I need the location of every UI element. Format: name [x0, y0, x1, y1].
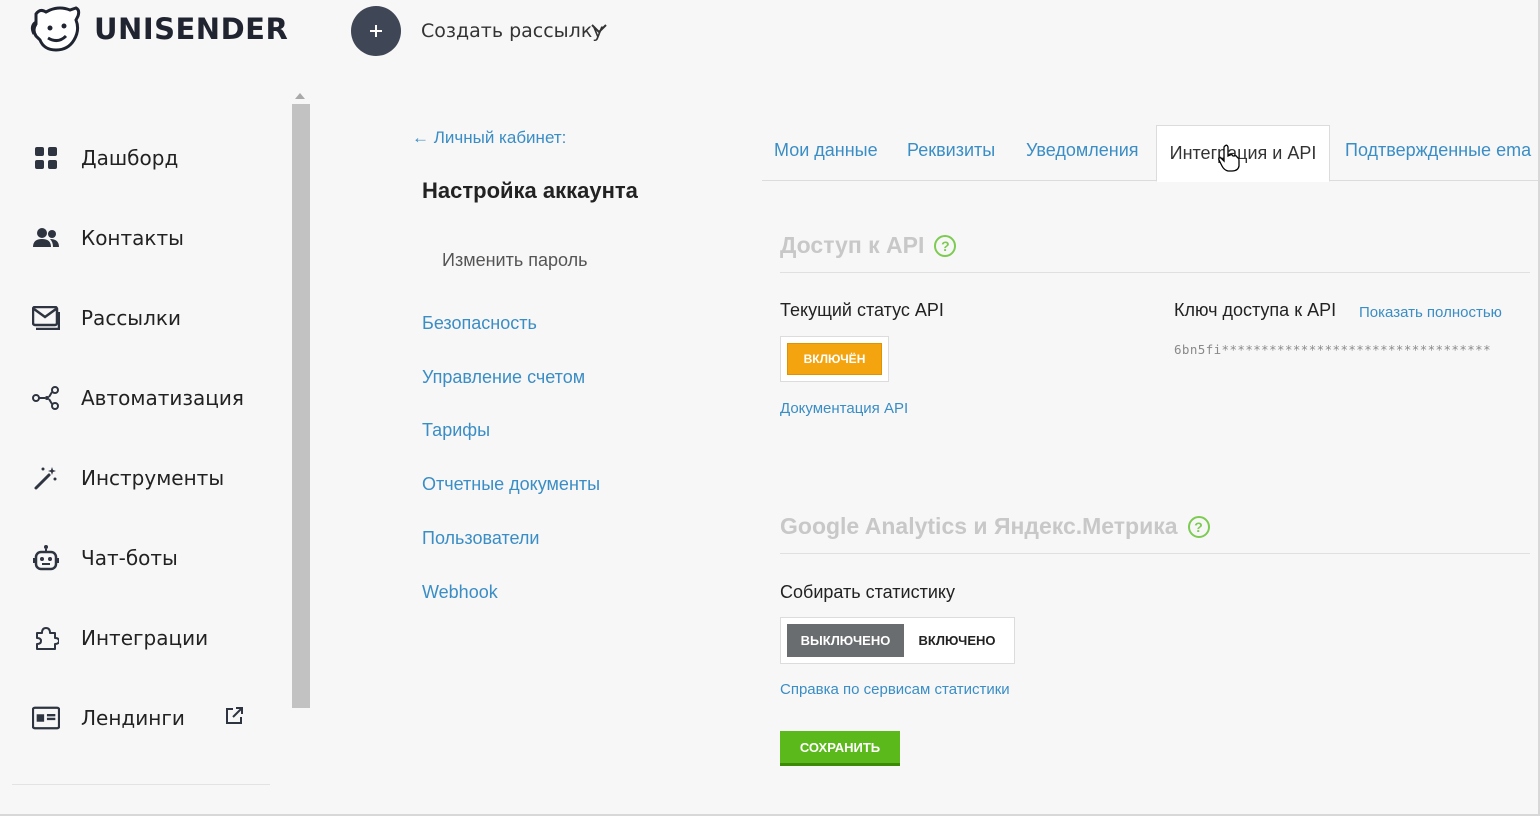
sidebar-item-label: Чат-боты — [81, 546, 178, 570]
contacts-icon — [32, 224, 60, 252]
api-docs-link[interactable]: Документация API — [780, 400, 908, 417]
back-to-account-link[interactable]: ← Личный кабинет: — [412, 128, 566, 148]
plus-icon — [370, 25, 382, 37]
sidebar-item-label: Автоматизация — [81, 386, 244, 410]
sidebar-item-landings[interactable]: Лендинги — [0, 678, 290, 758]
sidebar-item-contacts[interactable]: Контакты — [0, 198, 290, 278]
api-section-divider — [780, 272, 1530, 273]
settings-link-users[interactable]: Пользователи — [422, 528, 539, 549]
tabs-divider — [762, 180, 1540, 181]
chatbot-icon — [32, 544, 60, 572]
sidebar-item-label: Лендинги — [81, 706, 185, 730]
logo[interactable]: UNISENDER — [30, 6, 288, 52]
api-section-title-text: Доступ к API — [780, 232, 925, 258]
sidebar-item-label: Инструменты — [81, 466, 225, 490]
create-mailing-button[interactable] — [351, 6, 401, 56]
scroll-up-arrow[interactable] — [295, 93, 305, 99]
sidebar-item-label: Рассылки — [81, 306, 181, 330]
create-mailing-label[interactable]: Создать рассылку — [421, 20, 604, 42]
api-status-badge[interactable]: ВКЛЮЧЁН — [787, 343, 882, 375]
dashboard-icon — [32, 144, 60, 172]
settings-link-webhook[interactable]: Webhook — [422, 582, 498, 603]
settings-link-security[interactable]: Безопасность — [422, 313, 537, 334]
analytics-section-divider — [780, 553, 1530, 554]
sidebar-item-tools[interactable]: Инструменты — [0, 438, 290, 518]
collect-stats-toggle: ВЫКЛЮЧЕНО ВКЛЮЧЕНО — [780, 617, 1015, 664]
analytics-section-title-text: Google Analytics и Яндекс.Метрика — [780, 513, 1178, 539]
sidebar-nav: Дашборд Контакты Рассылки Автоматизация … — [0, 118, 290, 758]
sidebar: UNISENDER Дашборд Контакты Рассылки Авто… — [0, 0, 310, 816]
hand-cursor-icon — [1218, 144, 1240, 177]
change-password-link[interactable]: Изменить пароль — [442, 250, 587, 271]
sidebar-item-mailings[interactable]: Рассылки — [0, 278, 290, 358]
unisender-logo-icon — [30, 6, 81, 52]
sidebar-divider — [12, 784, 270, 785]
external-link-icon[interactable] — [225, 706, 243, 730]
sidebar-item-automation[interactable]: Автоматизация — [0, 358, 290, 438]
toggle-off-button[interactable]: ВЫКЛЮЧЕНО — [787, 624, 904, 657]
sidebar-item-label: Интеграции — [81, 626, 209, 650]
tab-my-data[interactable]: Мои данные — [774, 140, 878, 161]
tab-integration-api[interactable]: Интеграция и API — [1156, 125, 1330, 182]
tab-requisites[interactable]: Реквизиты — [907, 140, 995, 161]
integrations-icon — [32, 624, 60, 652]
api-status-box: ВКЛЮЧЁН — [780, 336, 889, 382]
settings-link-billing[interactable]: Управление счетом — [422, 367, 585, 388]
chevron-down-icon[interactable] — [590, 22, 608, 41]
sidebar-item-integrations[interactable]: Интеграции — [0, 598, 290, 678]
settings-link-reports[interactable]: Отчетные документы — [422, 474, 600, 495]
help-icon[interactable]: ? — [1187, 515, 1210, 538]
settings-link-tariffs[interactable]: Тарифы — [422, 420, 490, 441]
api-section-title: Доступ к API ? — [780, 232, 957, 259]
collect-stats-label: Собирать статистику — [780, 582, 955, 602]
tab-confirmed-emails[interactable]: Подтвержденные ema — [1345, 140, 1540, 161]
analytics-section-title: Google Analytics и Яндекс.Метрика ? — [780, 513, 1210, 540]
stats-help-link[interactable]: Справка по сервисам статистики — [780, 681, 1010, 698]
sidebar-item-label: Контакты — [81, 226, 184, 250]
sidebar-item-chatbots[interactable]: Чат-боты — [0, 518, 290, 598]
api-status-label: Текущий статус API — [780, 300, 944, 320]
sidebar-item-label: Дашборд — [81, 146, 179, 170]
save-button[interactable]: СОХРАНИТЬ — [780, 731, 900, 766]
show-full-key-link[interactable]: Показать полностью — [1359, 304, 1502, 321]
page-title: Настройка аккаунта — [422, 178, 638, 203]
tools-icon — [32, 464, 60, 492]
api-key-value: 6bn5fi********************************** — [1174, 342, 1492, 357]
logo-text: UNISENDER — [94, 12, 289, 46]
api-key-label: Ключ доступа к API — [1174, 300, 1337, 320]
mailings-icon — [32, 304, 60, 332]
sidebar-item-dashboard[interactable]: Дашборд — [0, 118, 290, 198]
tab-notifications[interactable]: Уведомления — [1026, 140, 1139, 161]
automation-icon — [32, 384, 60, 412]
sidebar-scrollbar[interactable] — [292, 104, 310, 708]
landings-icon — [32, 704, 60, 732]
help-icon[interactable]: ? — [934, 234, 957, 257]
toggle-on-button[interactable]: ВКЛЮЧЕНО — [905, 624, 1009, 657]
